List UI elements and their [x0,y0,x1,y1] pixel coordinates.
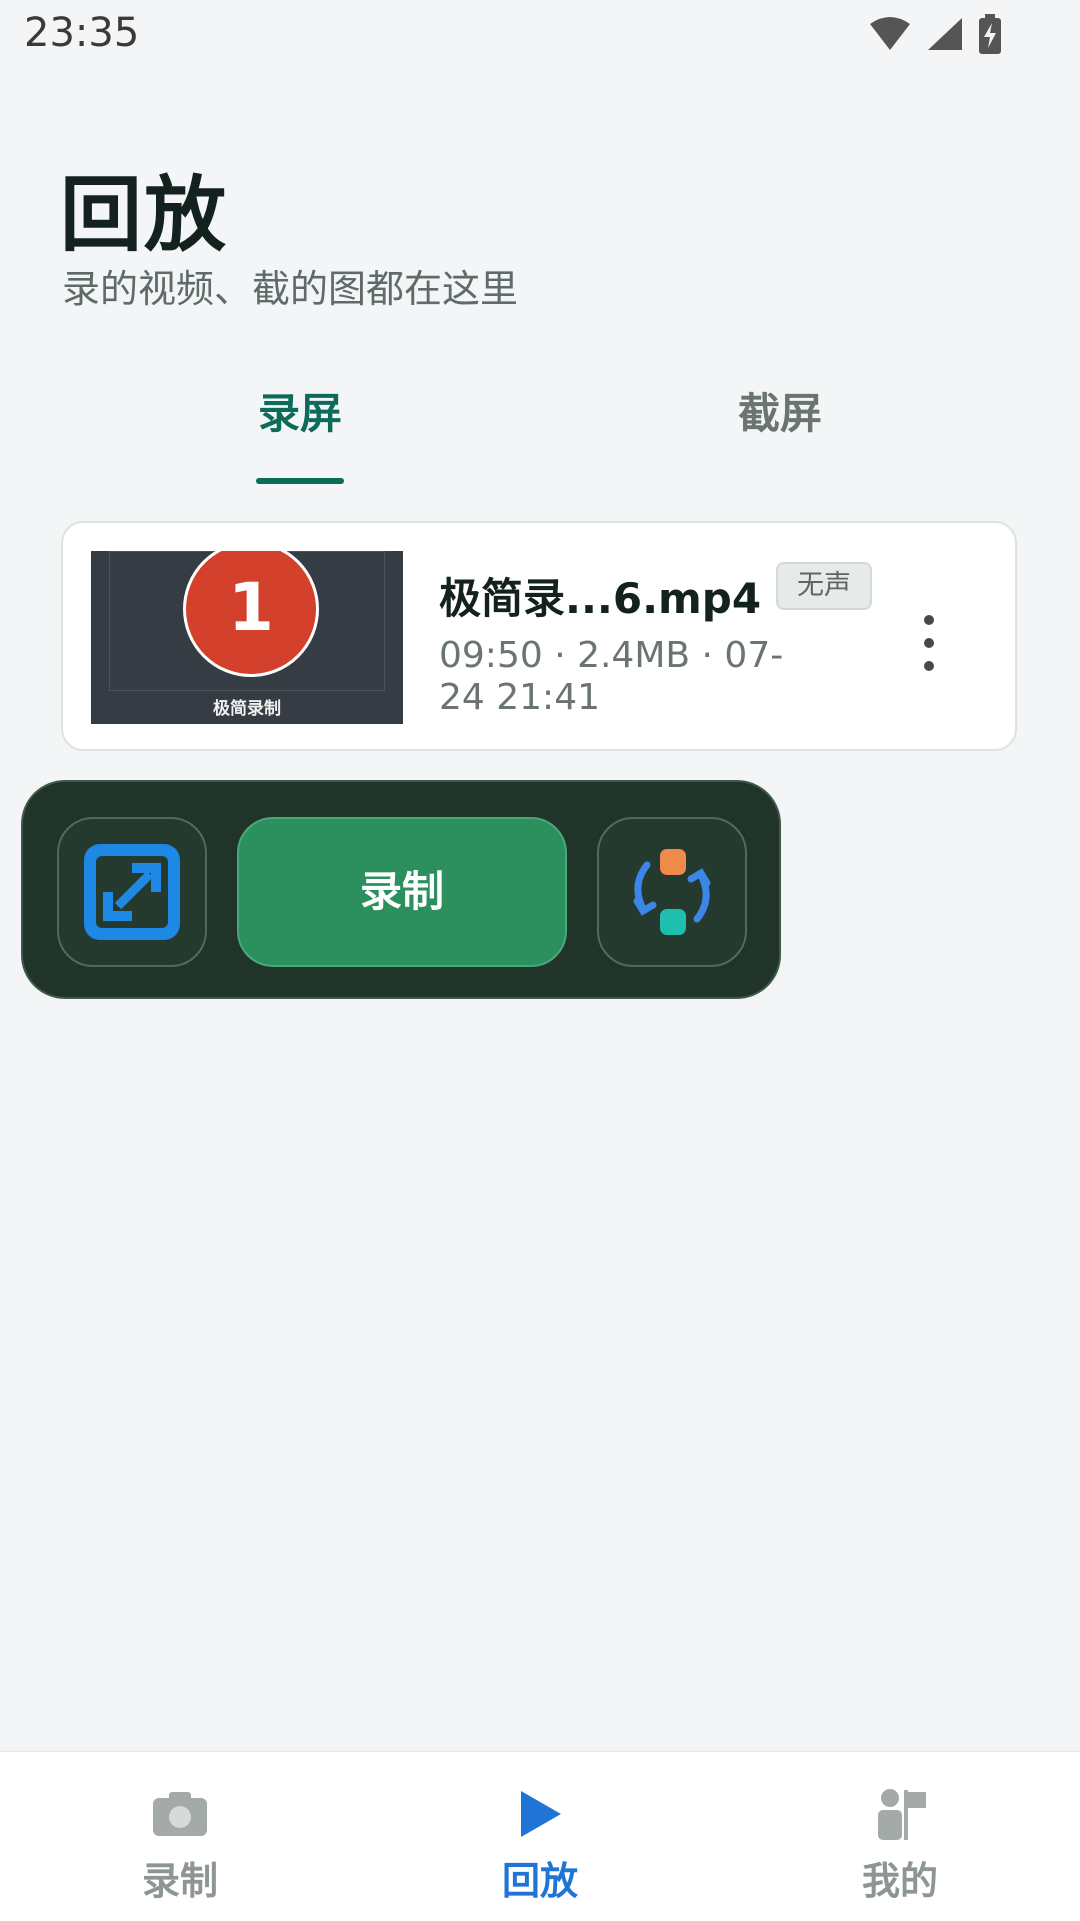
nav-label-playback: 回放 [501,1859,578,1903]
play-icon [510,1784,570,1844]
tab-recordings[interactable]: 录屏 [200,380,400,441]
nav-item-playback[interactable]: 回放 [430,1752,650,1921]
page-title: 回放 [60,168,229,263]
status-time: 23:35 [24,10,140,56]
file-name: 极简录...6.mp4 [439,574,762,623]
more-dot [924,661,934,671]
file-meta: 09:50 · 2.4MB · 07-24 21:41 [439,635,784,718]
more-dot [924,638,934,648]
camera-icon [150,1784,210,1844]
wifi-icon [870,17,910,50]
expand-frame-icon [84,844,180,940]
record-button[interactable]: 录制 [237,817,567,967]
bottom-navigation: 录制 回放 我的 [0,1751,1080,1921]
status-bar: 23:35 [0,0,1080,70]
nav-label-record: 录制 [141,1859,218,1903]
tab-indicator [256,478,344,484]
region-select-button[interactable] [57,817,207,967]
audio-status-badge: 无声 [776,562,872,610]
page-subtitle: 录的视频、截的图都在这里 [62,267,519,311]
recording-list-item[interactable]: 1 极简录制 极简录...6.mp4 无声 09:50 · 2.4MB · 07… [61,521,1017,751]
cellular-signal-icon [928,18,962,50]
more-options-icon[interactable] [913,615,945,671]
status-icons [868,14,1002,54]
battery-charging-icon [979,14,1001,54]
tab-bar: 录屏 截屏 [0,380,1080,490]
nav-item-mine[interactable]: 我的 [790,1752,1010,1921]
person-flag-icon [870,1784,930,1844]
more-dot [924,615,934,625]
video-thumbnail[interactable]: 1 极简录制 [91,551,403,724]
thumbnail-caption: 极简录制 [213,699,281,719]
switch-mode-button[interactable] [597,817,747,967]
floating-record-toolbar[interactable]: 录制 [21,780,781,999]
nav-item-record[interactable]: 录制 [70,1752,290,1921]
switch-mode-icon [633,849,711,935]
tab-screenshots[interactable]: 截屏 [680,380,880,441]
nav-label-mine: 我的 [861,1859,938,1903]
